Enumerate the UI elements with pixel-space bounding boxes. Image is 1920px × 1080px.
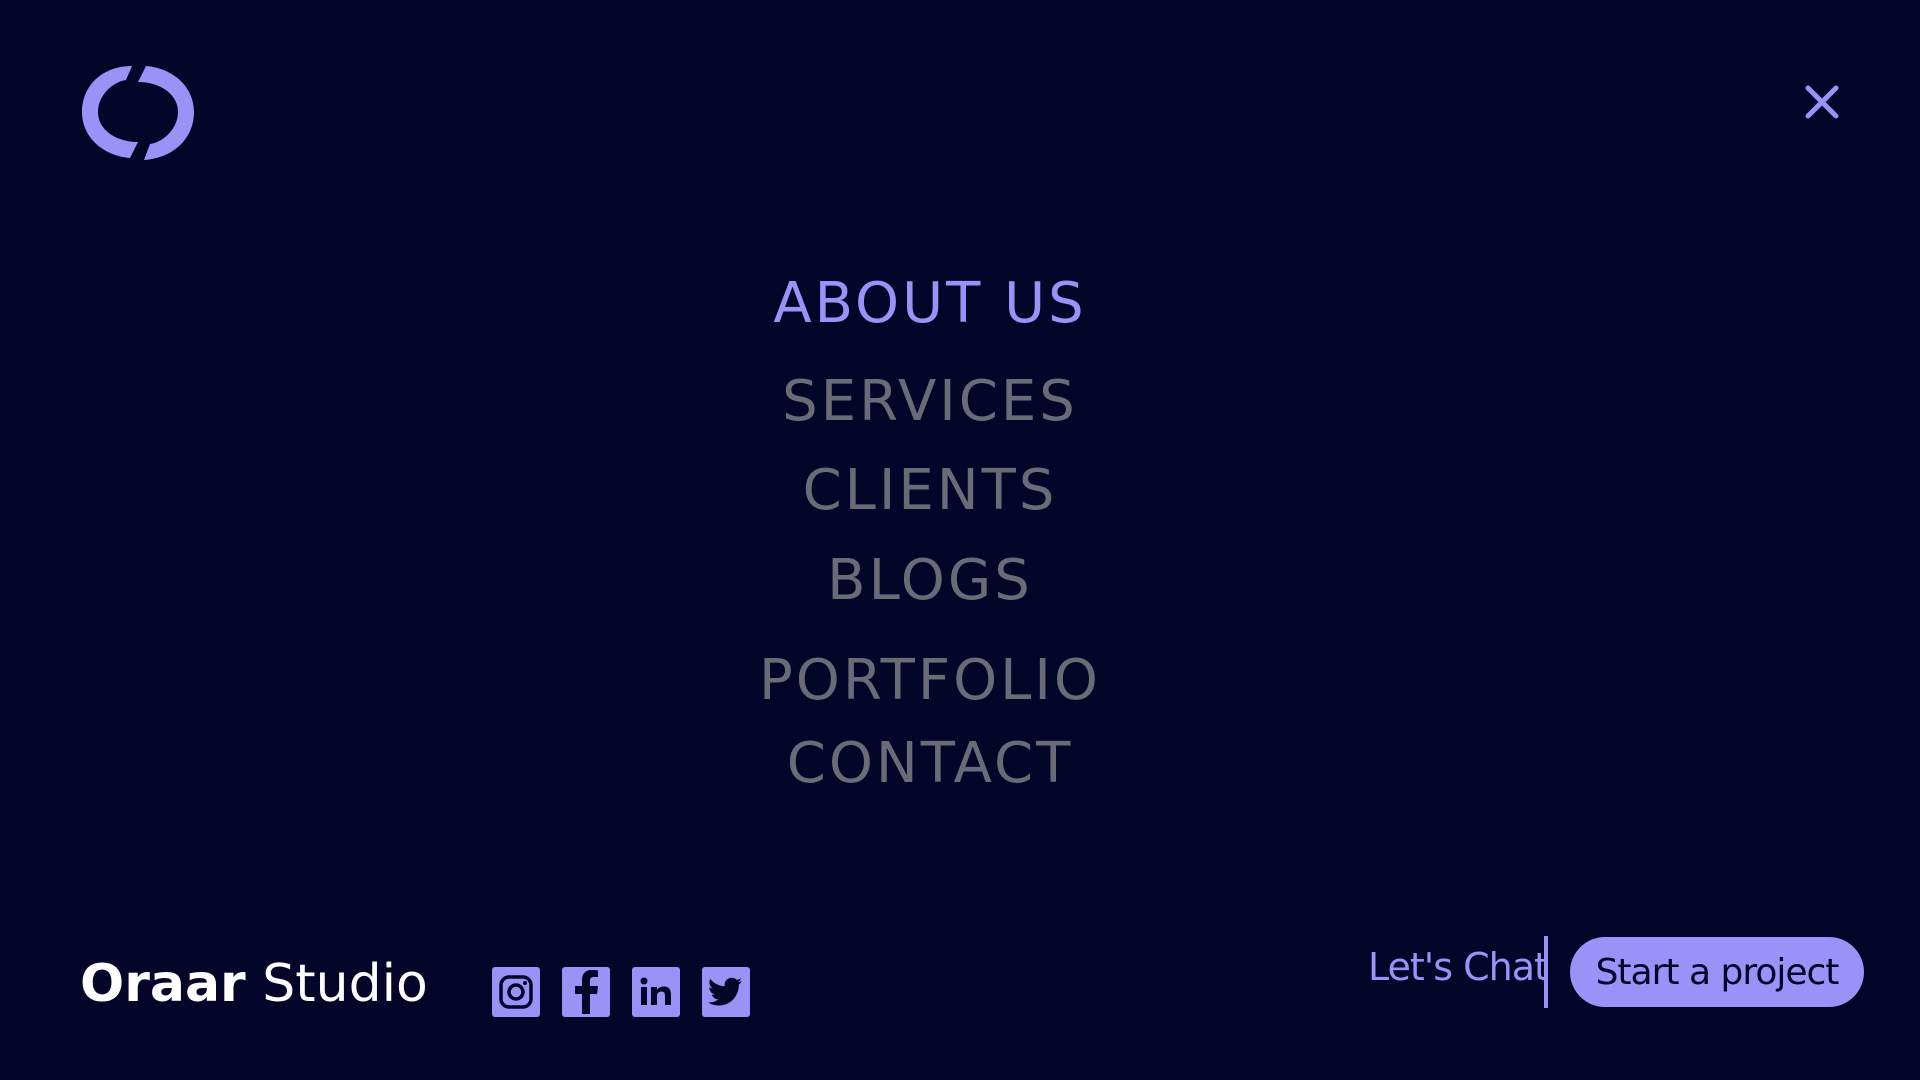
main-menu: ABOUT US SERVICES CLIENTS BLOGS PORTFOLI… xyxy=(0,0,1920,1080)
brand-name-bold: Oraar xyxy=(80,954,246,1014)
menu-item-about-us[interactable]: ABOUT US xyxy=(0,276,1860,332)
close-icon[interactable] xyxy=(1800,80,1844,124)
brand-name: Oraar Studio xyxy=(80,958,428,1010)
start-project-button[interactable]: Start a project xyxy=(1570,937,1864,1007)
twitter-icon[interactable] xyxy=(702,967,750,1017)
linkedin-icon[interactable] xyxy=(632,967,680,1017)
menu-item-portfolio[interactable]: PORTFOLIO xyxy=(0,653,1860,709)
brand-name-regular: Studio xyxy=(262,954,428,1014)
menu-item-services[interactable]: SERVICES xyxy=(0,374,1860,430)
menu-item-contact[interactable]: CONTACT xyxy=(0,736,1860,792)
logo-icon[interactable] xyxy=(80,60,195,165)
menu-item-clients[interactable]: CLIENTS xyxy=(0,463,1860,519)
facebook-icon[interactable] xyxy=(562,967,610,1017)
social-links xyxy=(492,967,750,1017)
menu-overlay: ABOUT US SERVICES CLIENTS BLOGS PORTFOLI… xyxy=(0,0,1920,1080)
menu-item-blogs[interactable]: BLOGS xyxy=(0,553,1860,609)
instagram-icon[interactable] xyxy=(492,967,540,1017)
lets-chat-link[interactable]: Let's Chat xyxy=(1368,948,1549,986)
divider xyxy=(1544,936,1548,1008)
